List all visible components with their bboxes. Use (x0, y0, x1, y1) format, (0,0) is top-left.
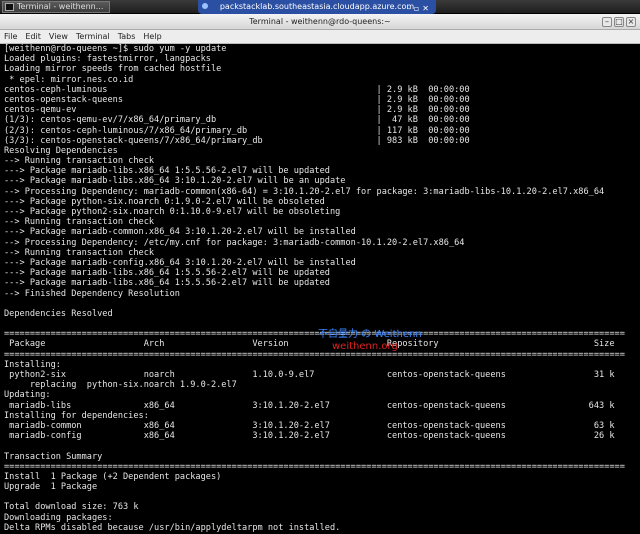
taskbar-item-label: Terminal - weithenn... (17, 2, 104, 11)
taskbar-terminal-item[interactable]: Terminal - weithenn... (2, 1, 110, 13)
watermark: 不自量力 の Weithenn weithenn.org (318, 329, 422, 353)
menu-file[interactable]: File (4, 30, 17, 43)
terminal-line: (1/3): centos-qemu-ev/7/x86_64/primary_d… (4, 115, 470, 126)
terminal-line: ========================================… (4, 461, 625, 472)
close-button[interactable]: × (626, 17, 636, 27)
terminal-window: Terminal - weithenn@rdo-queens:~ – □ × F… (0, 14, 640, 534)
window-controls: – □ × (602, 17, 636, 27)
watermark-title: 不自量力 の Weithenn (318, 329, 422, 340)
terminal-icon (5, 3, 14, 11)
terminal-line: Installing: (4, 359, 61, 370)
menu-terminal[interactable]: Terminal (76, 30, 110, 43)
remote-session-bar[interactable]: packstacklab.southeastasia.cloudapp.azur… (198, 0, 436, 14)
terminal-line: --> Running transaction check (4, 156, 155, 167)
terminal-line: ---> Package python-six.noarch 0:1.9.0-2… (4, 196, 325, 207)
terminal-line: ---> Package mariadb-libs.x86_64 1:5.5.5… (4, 166, 330, 177)
pin-icon[interactable] (202, 3, 208, 9)
terminal-line: Resolving Dependencies (4, 145, 118, 156)
terminal-line: --> Running transaction check (4, 217, 155, 228)
terminal-line: python2-six noarch 1.10.0-9.el7 centos-o… (4, 370, 615, 380)
terminal-line: [weithenn@rdo-queens ~]$ sudo yum -y upd… (4, 44, 227, 54)
terminal-line: Dependencies Resolved (4, 308, 113, 319)
terminal-line: ---> Package mariadb-libs.x86_64 3:10.1.… (4, 176, 346, 187)
menu-help[interactable]: Help (143, 30, 161, 43)
terminal-line: mariadb-config x86_64 3:10.1.20-2.el7 ce… (4, 431, 615, 442)
menu-tabs[interactable]: Tabs (118, 30, 136, 43)
terminal-line: mariadb-common x86_64 3:10.1.20-2.el7 ce… (4, 420, 615, 431)
remote-host-label: packstacklab.southeastasia.cloudapp.azur… (219, 2, 415, 11)
terminal-line: Transaction Summary (4, 451, 103, 462)
terminal-line: mariadb-libs x86_64 3:10.1.20-2.el7 cent… (4, 400, 615, 411)
terminal-line: (2/3): centos-ceph-luminous/7/x86_64/pri… (4, 125, 470, 136)
terminal-line: centos-ceph-luminous | 2.9 kB 00:00:00 (4, 84, 470, 95)
terminal-line: ---> Package mariadb-config.x86_64 3:10.… (4, 257, 356, 268)
menubar: File Edit View Terminal Tabs Help (0, 30, 640, 44)
menu-edit[interactable]: Edit (25, 30, 41, 43)
terminal-line: Upgrade 1 Package (4, 482, 98, 493)
terminal-line: centos-openstack-queens | 2.9 kB 00:00:0… (4, 94, 470, 105)
terminal-line: --> Processing Dependency: /etc/my.cnf f… (4, 237, 465, 248)
terminal-line: * epel: mirror.nes.co.id (4, 74, 134, 85)
terminal-line: Install 1 Package (+2 Dependent packages… (4, 471, 222, 482)
watermark-url: weithenn.org (332, 341, 398, 352)
terminal-line: Installing for dependencies: (4, 410, 149, 421)
terminal-line: Delta RPMs disabled because /usr/bin/app… (4, 522, 341, 533)
terminal-line: Updating: (4, 390, 51, 401)
terminal-line: centos-qemu-ev | 2.9 kB 00:00:00 (4, 105, 470, 116)
terminal-output[interactable]: [weithenn@rdo-queens ~]$ sudo yum -y upd… (0, 44, 640, 534)
terminal-line: ---> Package mariadb-libs.x86_64 1:5.5.5… (4, 278, 330, 289)
menu-view[interactable]: View (49, 30, 68, 43)
terminal-line: Downloading packages: (4, 512, 113, 523)
window-titlebar[interactable]: Terminal - weithenn@rdo-queens:~ – □ × (0, 14, 640, 30)
terminal-line: replacing python-six.noarch 1.9.0-2.el7 (4, 380, 237, 391)
terminal-line: --> Running transaction check (4, 247, 155, 258)
terminal-line: Total download size: 763 k (4, 502, 139, 513)
maximize-button[interactable]: □ (614, 17, 624, 27)
terminal-line: Loading mirror speeds from cached hostfi… (4, 64, 222, 75)
minimize-button[interactable]: – (602, 17, 612, 27)
terminal-line: Loaded plugins: fastestmirror, langpacks (4, 54, 211, 65)
terminal-line: ---> Package python2-six.noarch 0:1.10.0… (4, 207, 341, 217)
terminal-line: --> Processing Dependency: mariadb-commo… (4, 186, 605, 197)
window-title: Terminal - weithenn@rdo-queens:~ (249, 17, 391, 26)
terminal-line: --> Finished Dependency Resolution (4, 288, 180, 299)
terminal-line: (3/3): centos-openstack-queens/7/x86_64/… (4, 135, 470, 146)
host-taskbar: Terminal - weithenn... packstacklab.sout… (0, 0, 640, 14)
terminal-line: ---> Package mariadb-libs.x86_64 1:5.5.5… (4, 268, 330, 279)
terminal-line: ---> Package mariadb-common.x86_64 3:10.… (4, 227, 356, 238)
